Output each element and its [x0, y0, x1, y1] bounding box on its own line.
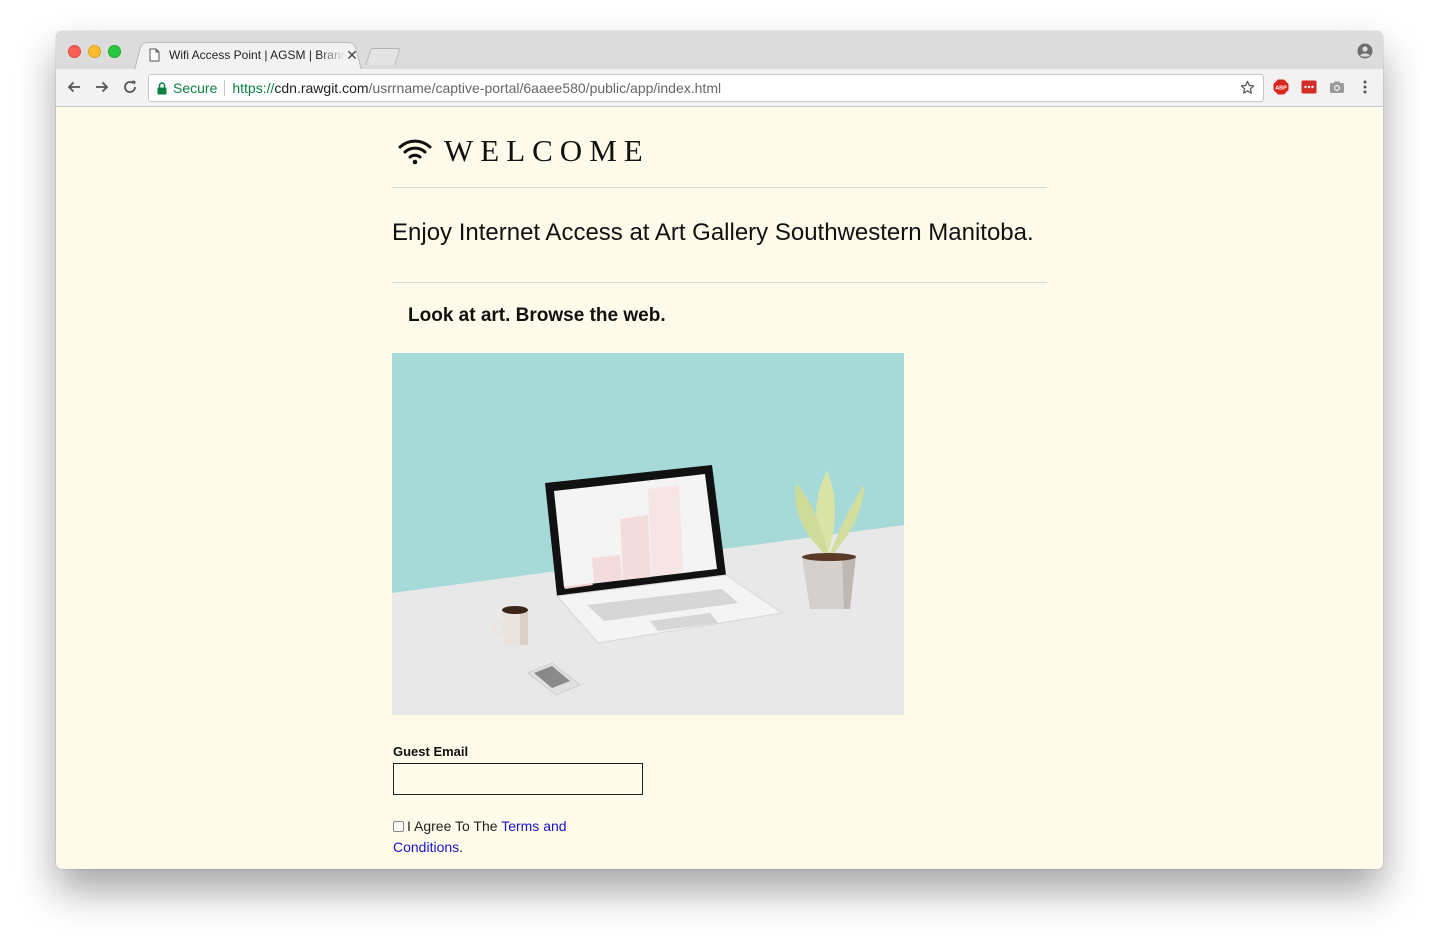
active-tab-content[interactable]: Wifi Access Point | AGSM | Brandon ✕	[146, 43, 361, 67]
adblock-plus-button[interactable]: ABP	[1273, 79, 1289, 95]
browser-toolbar: Secure https://cdn.rawgit.com/usrrname/c…	[56, 69, 1383, 107]
forward-button[interactable]	[93, 78, 111, 96]
lock-icon	[157, 81, 167, 94]
kebab-menu-icon	[1363, 80, 1367, 94]
guest-email-input[interactable]	[393, 763, 643, 795]
page-viewport: WELCOME Enjoy Internet Access at Art Gal…	[56, 107, 1383, 869]
document-icon	[146, 47, 162, 63]
agree-suffix: .	[459, 839, 464, 855]
laptop-desk-illustration	[392, 353, 904, 715]
welcome-title: WELCOME	[444, 133, 650, 168]
agree-text: I Agree To The	[407, 818, 502, 834]
browser-menu-button[interactable]	[1357, 79, 1373, 95]
url-path: /usrrname/captive-portal/6aaee580/public…	[368, 80, 722, 96]
minimize-window-button[interactable]	[88, 45, 101, 58]
url-scheme: https://	[232, 80, 275, 96]
browser-window: Wifi Access Point | AGSM | Brandon ✕ Sec…	[56, 31, 1383, 869]
url-host: cdn.rawgit.com	[274, 80, 369, 96]
arrow-left-icon	[67, 81, 80, 93]
arrow-right-icon	[96, 81, 109, 93]
guest-email-label: Guest Email	[393, 744, 469, 759]
tagline: Look at art. Browse the web.	[408, 305, 666, 326]
profile-icon[interactable]	[1357, 43, 1373, 59]
intro-text: Enjoy Internet Access at Art Gallery Sou…	[392, 219, 1034, 246]
close-window-button[interactable]	[68, 45, 81, 58]
star-icon[interactable]	[1240, 80, 1255, 95]
page-header: WELCOME	[398, 133, 650, 169]
agree-checkbox[interactable]	[393, 821, 404, 832]
zoom-window-button[interactable]	[108, 45, 121, 58]
address-bar[interactable]: Secure https://cdn.rawgit.com/usrrname/c…	[148, 74, 1264, 102]
back-button[interactable]	[65, 78, 83, 96]
title-bar: Wifi Access Point | AGSM | Brandon ✕	[56, 31, 1383, 70]
secure-label: Secure	[173, 80, 218, 96]
divider	[392, 282, 1047, 283]
lastpass-button[interactable]	[1301, 79, 1317, 95]
reload-icon	[124, 80, 136, 93]
divider	[392, 187, 1047, 188]
svg-text:ABP: ABP	[1275, 86, 1287, 92]
tab-close-icon[interactable]: ✕	[345, 48, 359, 62]
screenshot-button[interactable]	[1329, 79, 1345, 95]
reload-button[interactable]	[121, 78, 139, 96]
lastpass-icon	[1301, 80, 1317, 94]
adblock-plus-icon: ABP	[1273, 79, 1289, 95]
wifi-icon	[398, 139, 432, 165]
address-separator	[224, 80, 226, 96]
tab-title: Wifi Access Point | AGSM | Brandon	[169, 48, 345, 62]
terms-agreement: I Agree To The Terms and Conditions.	[393, 816, 613, 858]
new-tab-button[interactable]	[365, 48, 401, 65]
camera-icon	[1330, 81, 1344, 93]
